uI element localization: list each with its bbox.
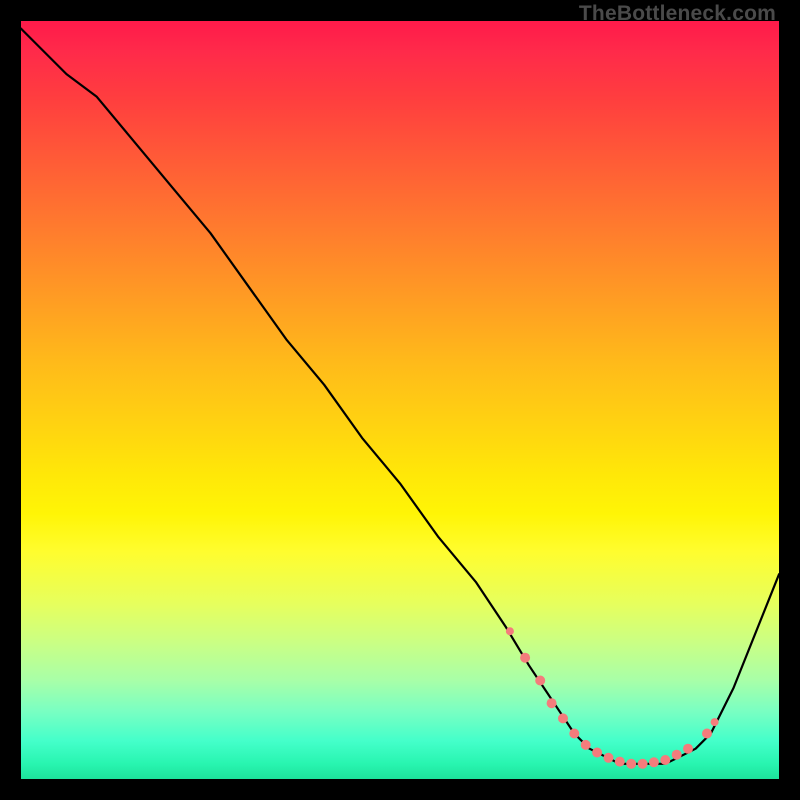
marker-dot: [569, 729, 579, 739]
marker-dot: [702, 729, 712, 739]
marker-dot: [506, 627, 514, 635]
marker-dot: [711, 718, 719, 726]
marker-dot: [604, 753, 614, 763]
marker-dot: [638, 759, 648, 769]
marker-dot: [615, 757, 625, 767]
marker-dot: [672, 750, 682, 760]
optimal-range-markers: [506, 627, 719, 769]
marker-dot: [683, 744, 693, 754]
marker-dot: [581, 740, 591, 750]
plot-area: [21, 21, 779, 779]
marker-dot: [626, 759, 636, 769]
bottleneck-curve: [21, 29, 779, 764]
marker-dot: [649, 757, 659, 767]
marker-dot: [558, 713, 568, 723]
marker-dot: [535, 676, 545, 686]
curve-svg: [21, 21, 779, 779]
marker-dot: [592, 748, 602, 758]
marker-dot: [547, 698, 557, 708]
chart-container: TheBottleneck.com: [0, 0, 800, 800]
attribution-text: TheBottleneck.com: [579, 2, 776, 26]
marker-dot: [520, 653, 530, 663]
marker-dot: [660, 755, 670, 765]
